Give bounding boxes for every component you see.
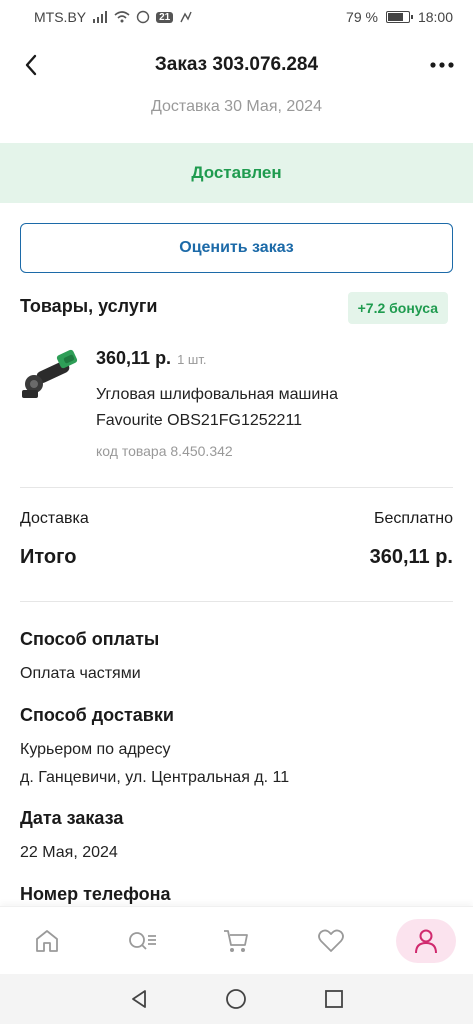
total-row: Итого 360,11 р. xyxy=(20,546,453,569)
order-date-value: 22 Мая, 2024 xyxy=(20,844,118,861)
order-date-label: Дата заказа xyxy=(20,808,124,828)
order-status-banner: Доставлен xyxy=(0,143,473,203)
delivery-cost-value: Бесплатно xyxy=(373,510,453,527)
nav-favorites[interactable] xyxy=(301,919,361,963)
payment-method-label: Способ оплаты xyxy=(20,629,160,649)
product-name-line1: Угловая шлифовальная машина xyxy=(96,386,338,403)
bottom-nav xyxy=(0,906,473,974)
system-navigation-bar xyxy=(0,974,473,1024)
signal-icon xyxy=(93,11,108,23)
nav-catalog[interactable] xyxy=(112,919,172,963)
wifi-icon xyxy=(114,11,130,23)
delivery-cost-row: Доставка Бесплатно xyxy=(20,510,453,528)
product-item[interactable]: 360,11 р. 1 шт. Угловая шлифовальная маш… xyxy=(0,338,473,468)
activity-icon xyxy=(180,11,192,23)
shipping-method-line1: Курьером по адресу xyxy=(20,741,171,758)
battery-fill xyxy=(387,13,403,21)
product-qty: 1 шт. xyxy=(177,352,207,367)
more-dots-icon xyxy=(430,62,454,68)
product-name[interactable]: Угловая шлифовальная машина Favourite OB… xyxy=(96,382,456,434)
status-right: 79 % 18:00 xyxy=(346,9,453,25)
product-name-line2: Favourite OBS21FG1252211 xyxy=(96,412,303,429)
profile-icon xyxy=(414,929,437,953)
delivery-cost-label: Доставка xyxy=(20,510,89,527)
shipping-method-value: Курьером по адресу д. Ганцевичи, ул. Цен… xyxy=(20,736,289,792)
shipping-address: д. Ганцевичи, ул. Центральная д. 11 xyxy=(20,769,290,786)
notification-badge: 21 xyxy=(156,11,174,23)
payment-method-value: Оплата частями xyxy=(20,665,141,682)
battery-icon xyxy=(385,11,413,23)
more-button[interactable] xyxy=(429,52,455,78)
product-sku: код товара 8.450.342 xyxy=(96,443,233,459)
angle-grinder-image xyxy=(22,349,78,398)
battery-percent: 79 % xyxy=(346,9,378,25)
phone-label: Номер телефона xyxy=(20,884,171,904)
shipping-method-label: Способ доставки xyxy=(20,705,174,725)
bonus-badge: +7.2 бонуса xyxy=(347,292,448,324)
cart-icon xyxy=(224,929,249,952)
total-label: Итого xyxy=(20,546,77,568)
divider xyxy=(20,601,453,602)
home-circle-icon[interactable] xyxy=(225,988,247,1010)
chevron-left-icon xyxy=(25,54,37,76)
status-bar: MTS.BY 21 79 % 18:00 xyxy=(0,0,473,34)
heart-icon xyxy=(318,929,344,952)
delivery-date: Доставка 30 Мая, 2024 xyxy=(151,98,322,115)
price-row: 360,11 р. 1 шт. xyxy=(96,348,206,369)
rate-order-button[interactable]: Оценить заказ xyxy=(20,223,453,273)
nav-cart[interactable] xyxy=(206,919,266,963)
home-icon xyxy=(36,929,59,952)
header: Заказ 303.076.284 xyxy=(0,40,473,90)
clock: 18:00 xyxy=(417,9,453,25)
back-triangle-icon[interactable] xyxy=(128,988,150,1010)
status-left: MTS.BY 21 xyxy=(34,9,193,25)
chat-notification-icon xyxy=(136,10,150,24)
divider xyxy=(20,487,453,488)
carrier-name: MTS.BY xyxy=(34,9,87,25)
product-price: 360,11 р. xyxy=(96,348,172,368)
order-status-text: Доставлен xyxy=(191,163,282,182)
page-title: Заказ 303.076.284 xyxy=(154,54,319,75)
nav-profile[interactable] xyxy=(395,918,456,963)
nav-home[interactable] xyxy=(17,919,77,963)
goods-section-title: Товары, услуги xyxy=(20,296,158,316)
back-button[interactable] xyxy=(18,52,44,78)
catalog-search-icon xyxy=(128,931,156,950)
total-value: 360,11 р. xyxy=(369,546,453,568)
recents-square-icon[interactable] xyxy=(323,988,345,1010)
